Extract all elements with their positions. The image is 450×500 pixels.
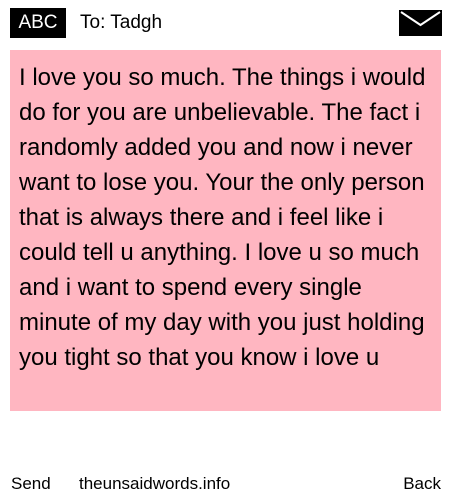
input-mode-badge[interactable]: ABC [10, 8, 66, 38]
back-button[interactable]: Back [403, 470, 441, 498]
site-link[interactable]: theunsaidwords.info [79, 470, 230, 498]
envelope-icon [399, 10, 442, 36]
softkey-bar: Send theunsaidwords.info Back [0, 470, 450, 498]
recipient-label: To: Tadgh [80, 12, 163, 33]
send-button[interactable]: Send [11, 470, 51, 498]
message-header: ABC To: Tadgh [0, 0, 450, 46]
message-body[interactable]: I love you so much. The things i would d… [10, 50, 441, 411]
